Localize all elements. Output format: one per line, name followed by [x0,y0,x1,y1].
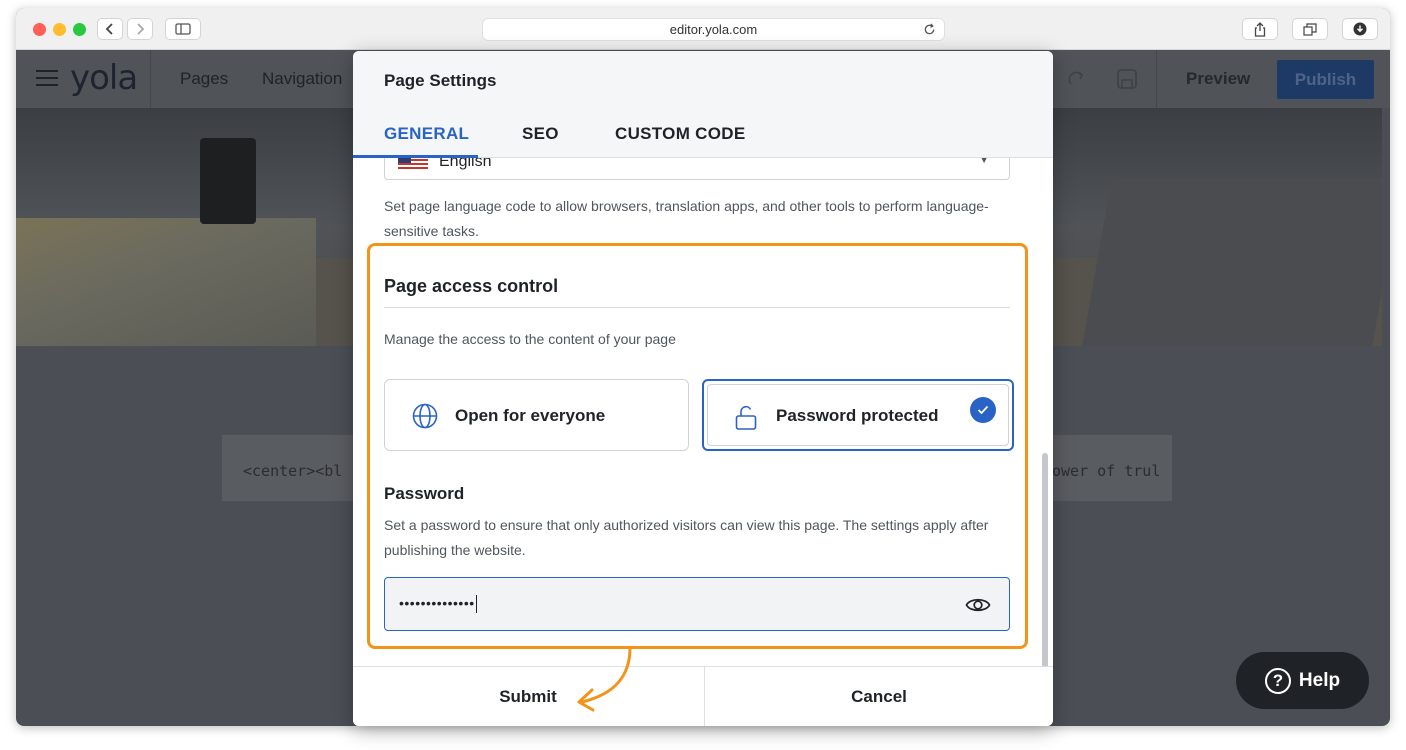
toolbar-divider [1156,50,1157,108]
forward-button[interactable] [127,18,153,40]
toolbar-divider [150,50,151,108]
share-icon [1254,21,1266,37]
language-help-text: Set page language code to allow browsers… [384,198,989,239]
pages-menu[interactable]: Pages [180,69,228,89]
annotation-highlight-box [367,243,1028,649]
submit-button[interactable]: Submit [353,667,703,726]
save-icon[interactable] [1116,68,1138,90]
us-flag-icon [398,158,428,169]
language-selected: English [439,158,492,170]
annotation-arrow-icon [577,646,632,712]
modal-header: Page Settings GENERAL SEO CUSTOM CODE [353,51,1053,158]
modal-title: Page Settings [384,71,497,90]
preview-button[interactable]: Preview [1186,69,1250,89]
help-label: Help [1298,669,1341,691]
tab-seo[interactable]: SEO [522,124,559,144]
hero-pen-holder [200,138,256,224]
hamburger-menu-icon[interactable] [36,69,58,87]
reload-icon[interactable] [923,23,936,36]
publish-button[interactable]: Publish [1277,60,1374,99]
tab-general[interactable]: GENERAL [384,124,469,144]
chevron-right-icon [137,23,145,35]
back-button[interactable] [97,18,123,40]
tabs-icon [1303,22,1317,36]
yola-logo[interactable]: yola [70,58,138,98]
cancel-button[interactable]: Cancel [704,667,1053,726]
download-icon [1353,22,1367,36]
chevron-down-icon: ▼ [979,158,989,166]
code-text-left: <center><bl [243,462,343,480]
browser-chrome: editor.yola.com [16,8,1390,50]
share-button[interactable] [1242,18,1278,40]
question-icon: ? [1264,667,1291,694]
address-bar[interactable]: editor.yola.com [482,18,945,41]
redo-icon[interactable] [1068,70,1086,88]
sidebar-toggle-button[interactable] [165,18,201,40]
hero-papers [16,218,316,346]
close-window-button[interactable] [33,23,46,36]
url-text: editor.yola.com [669,22,758,37]
tabs-overview-button[interactable] [1292,18,1328,40]
code-text-right: ower of trul [1052,462,1161,480]
minimize-window-button[interactable] [53,23,66,36]
hero-tablet [1080,178,1382,346]
help-button[interactable]: ? Help [1236,652,1369,709]
modal-scrollbar[interactable] [1042,453,1048,666]
maximize-window-button[interactable] [73,23,86,36]
chevron-left-icon [105,23,113,35]
modal-footer: Submit Cancel [353,666,1053,726]
downloads-button[interactable] [1342,18,1378,40]
tab-custom-code[interactable]: CUSTOM CODE [615,124,746,144]
navigation-menu[interactable]: Navigation [262,69,342,89]
language-select[interactable]: English ▼ [384,158,1010,180]
sidebar-icon [175,23,191,35]
